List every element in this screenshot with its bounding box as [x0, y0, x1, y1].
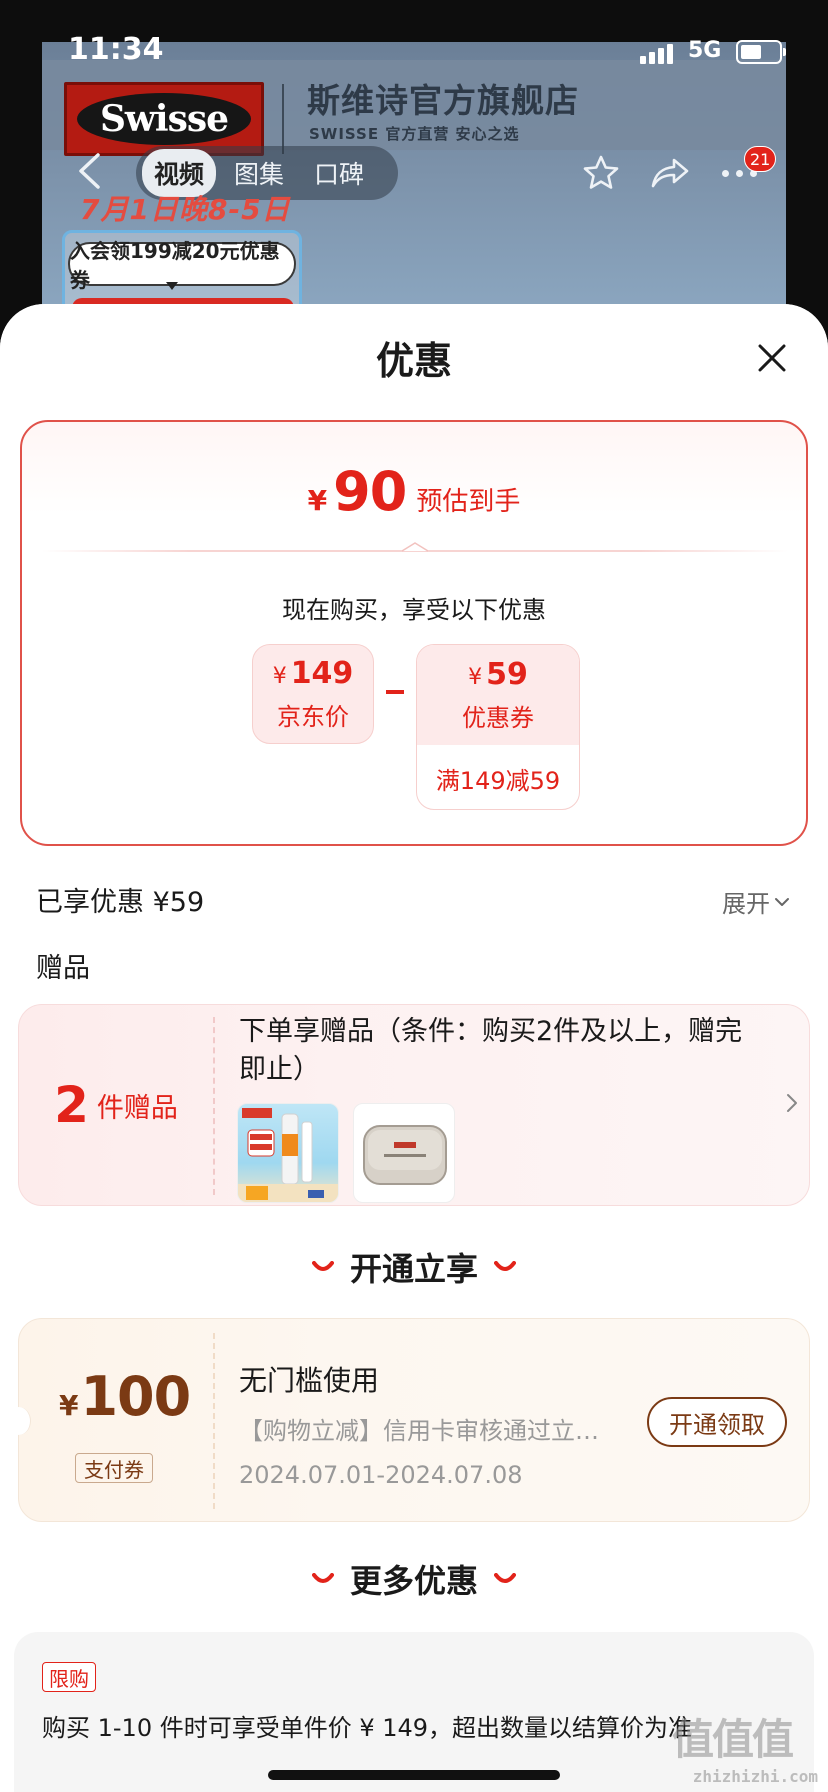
smile-curve-icon: [311, 1573, 334, 1583]
sheet-title: 优惠: [375, 339, 452, 383]
gift-heading: 赠品: [36, 953, 90, 984]
divider: [282, 84, 284, 154]
promo-date: 7月1日晚8-5日: [80, 193, 291, 226]
currency-symbol: ¥: [59, 1389, 79, 1422]
smile-curve-icon: [494, 1261, 516, 1271]
coupon-title: 无门槛使用: [239, 1364, 380, 1397]
currency-symbol: ¥: [468, 665, 483, 690]
status-time: 11:34: [68, 32, 164, 67]
estimate-label: 预估到手: [416, 487, 521, 517]
member-coupon-banner[interactable]: 入会领199减20元优惠券: [68, 239, 296, 292]
estimate-amount: 90: [333, 460, 407, 523]
coupon-rule: 满149减59: [435, 766, 561, 795]
buy-now-text: 现在购买，享受以下优惠: [282, 596, 546, 624]
dashed-divider: [213, 1017, 215, 1195]
store-header: Swisse 斯维诗官方旗舰店 SWISSE 官方直营 安心之选: [42, 60, 786, 156]
minus-icon: [386, 690, 404, 694]
gift-count: 2 件赠品: [19, 1005, 213, 1205]
coupon-label: 优惠券: [462, 704, 534, 732]
currency-symbol: ¥: [272, 664, 287, 689]
coupon-value: 59: [486, 657, 528, 692]
smile-curve-icon: [494, 1573, 516, 1583]
back-arrow-icon[interactable]: [76, 152, 102, 190]
enjoyed-discount: 已享优惠 ¥59: [36, 887, 205, 918]
watermark-url: zhizhizhi.com: [692, 1767, 818, 1786]
share-icon[interactable]: [650, 156, 690, 190]
coupon-amount-value: 100: [80, 1365, 191, 1428]
open-section-title: 开通立享: [349, 1250, 478, 1288]
smile-curve-icon: [311, 1261, 334, 1271]
gift-count-label: 件赠品: [96, 1092, 178, 1124]
jd-price-label: 京东价: [277, 703, 349, 731]
coupon-box[interactable]: ¥ 59 优惠券 满149减59: [416, 644, 580, 810]
brand-logo-text: Swisse: [99, 98, 229, 140]
watermark: 值值值 zhizhizhi.com: [672, 1706, 822, 1786]
tab-reviews[interactable]: 口碑: [302, 149, 376, 197]
store-subtitle: SWISSE 官方直营 安心之选: [309, 125, 520, 143]
limit-tag: 限购: [42, 1662, 96, 1692]
chevron-down-icon: [775, 897, 789, 906]
chevron-right-icon: [787, 1094, 797, 1112]
star-icon[interactable]: [582, 154, 620, 192]
brand-logo: Swisse: [64, 82, 264, 156]
activate-claim-button[interactable]: 开通领取: [647, 1397, 787, 1447]
jd-price-box: ¥ 149 京东价: [252, 644, 374, 744]
network-label: 5G: [688, 38, 722, 63]
gift-card[interactable]: 2 件赠品 下单享赠品（条件：购买2件及以上，赠完即止）: [18, 1004, 810, 1206]
jd-price-value: 149: [290, 656, 354, 691]
gift-condition: 下单享赠品（条件：购买2件及以上，赠完即止）: [239, 1016, 743, 1085]
store-name: 斯维诗官方旗舰店: [307, 81, 579, 120]
background-page: Swisse 斯维诗官方旗舰店 SWISSE 官方直营 安心之选 11:34 5…: [0, 0, 828, 340]
estimate-card: ¥ 90 预估到手 现在购买，享受以下优惠 ¥ 149 京东价 ¥ 59 优惠券: [20, 420, 808, 846]
coupon-type-badge: 支付券: [75, 1453, 153, 1483]
watermark-logo: 值值值: [672, 1715, 794, 1764]
coupon-validity: 2024.07.01-2024.07.08: [239, 1461, 523, 1489]
ticket-notch: [7, 1407, 31, 1435]
more-section-heading: 更多优惠: [0, 1556, 828, 1602]
coupon-description: 【购物立减】信用卡审核通过立…: [239, 1417, 599, 1445]
gift-count-number: 2: [54, 1076, 89, 1134]
currency-symbol: ¥: [307, 484, 328, 517]
battery-icon: [736, 40, 786, 64]
close-icon[interactable]: [752, 338, 792, 378]
payment-coupon-card: ¥ 100 支付券 无门槛使用 【购物立减】信用卡审核通过立… 2024.07.…: [7, 1318, 810, 1522]
discount-sheet: 优惠 ¥ 90 预估到手 现在购买，享受以下优惠 ¥ 149 京东价 ¥ 59 …: [0, 304, 828, 1792]
gift-image-case[interactable]: [353, 1103, 455, 1203]
expand-label: 展开: [722, 890, 770, 918]
estimate-price: ¥ 90 预估到手: [22, 460, 806, 523]
expand-button[interactable]: 展开: [722, 884, 790, 919]
dashed-divider: [213, 1333, 215, 1509]
notch-icon: [402, 542, 428, 552]
signal-icon: [640, 42, 674, 64]
coupon-amount: ¥ 100: [59, 1365, 191, 1428]
home-indicator[interactable]: [268, 1770, 560, 1780]
message-badge: 21: [744, 146, 777, 172]
gift-image-tube[interactable]: [237, 1103, 339, 1203]
open-section-heading: 开通立享: [0, 1244, 828, 1290]
more-section-title: 更多优惠: [349, 1562, 478, 1600]
